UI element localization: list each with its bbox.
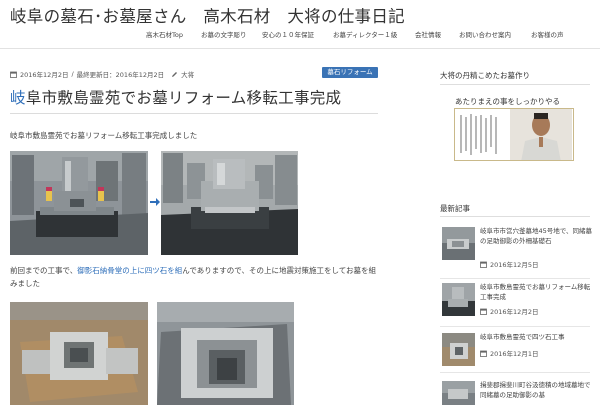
- recent-post-thumb[interactable]: [442, 227, 475, 260]
- recent-post-thumb[interactable]: [442, 283, 475, 316]
- post-intro: 岐阜市敷島霊苑でお墓リフォーム移転工事完成しました: [10, 131, 198, 140]
- profile-photo[interactable]: [454, 108, 574, 161]
- calendar-icon: [480, 308, 487, 315]
- sidebar-profile-divider: [440, 84, 590, 85]
- recent-separator: [440, 372, 590, 373]
- grave-photo-frame[interactable]: [157, 302, 294, 405]
- recent-post-item[interactable]: 揖斐郡揖斐川町谷汲徳積の地域墓地で同緒墓の足助御影の基: [442, 381, 592, 405]
- recent-post-item[interactable]: 岐阜市市営穴釜墓地45号地で、同緒墓の足助御影の外柵基礎石 2016年12月5日: [442, 227, 592, 275]
- recent-post-thumb[interactable]: [442, 381, 475, 405]
- arrow-right-icon: [150, 198, 160, 206]
- category-badge[interactable]: 墓石リフォーム: [322, 67, 378, 78]
- calendar-icon: [480, 261, 487, 268]
- recent-post-title[interactable]: 岐阜市市営穴釜墓地45号地で、同緒墓の足助御影の外柵基礎石: [480, 227, 592, 246]
- post-paragraph-2: 前回までの工事で、御影石納骨堂の上に四ツ石を組んでありますので、その上に地震対策…: [10, 264, 382, 290]
- recent-post-item[interactable]: 岐阜市敷島霊苑でお墓リフォーム移転工事完成 2016年12月2日: [442, 283, 592, 331]
- recent-post-title[interactable]: 揖斐郡揖斐川町谷汲徳積の地域墓地で同緒墓の足助御影の基: [480, 381, 592, 400]
- profile-caption: あたりまえの事をしっかりやる: [455, 97, 560, 106]
- recent-post-date-text: 2016年12月2日: [490, 308, 539, 316]
- recent-post-date: 2016年12月2日: [480, 306, 538, 316]
- post-updated: 最終更新日：2016年12月2日: [76, 71, 165, 79]
- pencil-icon: [172, 71, 178, 77]
- header-divider: [0, 48, 600, 49]
- recent-separator: [440, 326, 590, 327]
- nav-item-director[interactable]: お墓ディレクター１級: [333, 29, 397, 39]
- post-author[interactable]: 大将: [181, 69, 194, 79]
- post-title-rest: 阜市敷島霊苑でお墓リフォーム移転工事完成: [25, 89, 342, 107]
- nav-item-warranty[interactable]: 安心の１０年保証: [262, 29, 314, 39]
- sidebar-recent-heading: 最新記事: [440, 204, 470, 213]
- site-title[interactable]: 岐阜の墓石･お墓屋さん 高木石材 大将の仕事日記: [10, 3, 405, 27]
- calendar-icon: [480, 350, 487, 357]
- recent-post-date: 2016年12月5日: [480, 259, 538, 269]
- recent-post-date-text: 2016年12月1日: [490, 350, 539, 358]
- calendar-icon: [10, 71, 17, 78]
- nav-item-company[interactable]: 会社情報: [415, 29, 441, 39]
- recent-post-thumb[interactable]: [442, 333, 475, 366]
- ishitsu-link[interactable]: 御影石納骨堂の上に四ツ石を組: [77, 266, 182, 275]
- nav-item-contact[interactable]: お問い合わせ案内: [459, 29, 511, 39]
- post-title-first-char: 岐: [10, 89, 26, 107]
- post-separator: /: [71, 70, 74, 78]
- grave-photo-after[interactable]: [161, 151, 298, 255]
- grave-photo-before[interactable]: [10, 151, 148, 255]
- sidebar-profile-heading: 大将の丹精こめたお墓作り: [440, 71, 530, 80]
- post-meta: 2016年12月2日 / 最終更新日：2016年12月2日 大将: [10, 69, 194, 79]
- main-nav: 高木石材Top お墓の文字彫り 安心の１０年保証 お墓ディレクター１級 会社情報…: [0, 29, 600, 43]
- nav-item-top[interactable]: 高木石材Top: [146, 29, 183, 39]
- nav-item-engraving[interactable]: お墓の文字彫り: [201, 29, 247, 39]
- recent-post-item[interactable]: 岐阜市敷島霊苑で四ツ石工事 2016年12月1日: [442, 333, 592, 373]
- recent-post-date: 2016年12月1日: [480, 348, 538, 358]
- post-date: 2016年12月2日: [20, 71, 69, 79]
- para2-text-before: 前回までの工事で、: [10, 266, 78, 275]
- recent-separator: [440, 278, 590, 279]
- recent-post-title[interactable]: 岐阜市敷島霊苑でお墓リフォーム移転工事完成: [480, 283, 592, 302]
- recent-post-title[interactable]: 岐阜市敷島霊苑で四ツ石工事: [480, 333, 592, 343]
- post-title: 岐阜市敷島霊苑でお墓リフォーム移転工事完成: [10, 86, 341, 108]
- nav-item-voices[interactable]: お客様の声: [531, 29, 564, 39]
- sidebar-recent-divider: [440, 216, 590, 217]
- title-divider: [10, 113, 378, 114]
- recent-post-date-text: 2016年12月5日: [490, 261, 539, 269]
- grave-photo-foundation[interactable]: [10, 302, 148, 405]
